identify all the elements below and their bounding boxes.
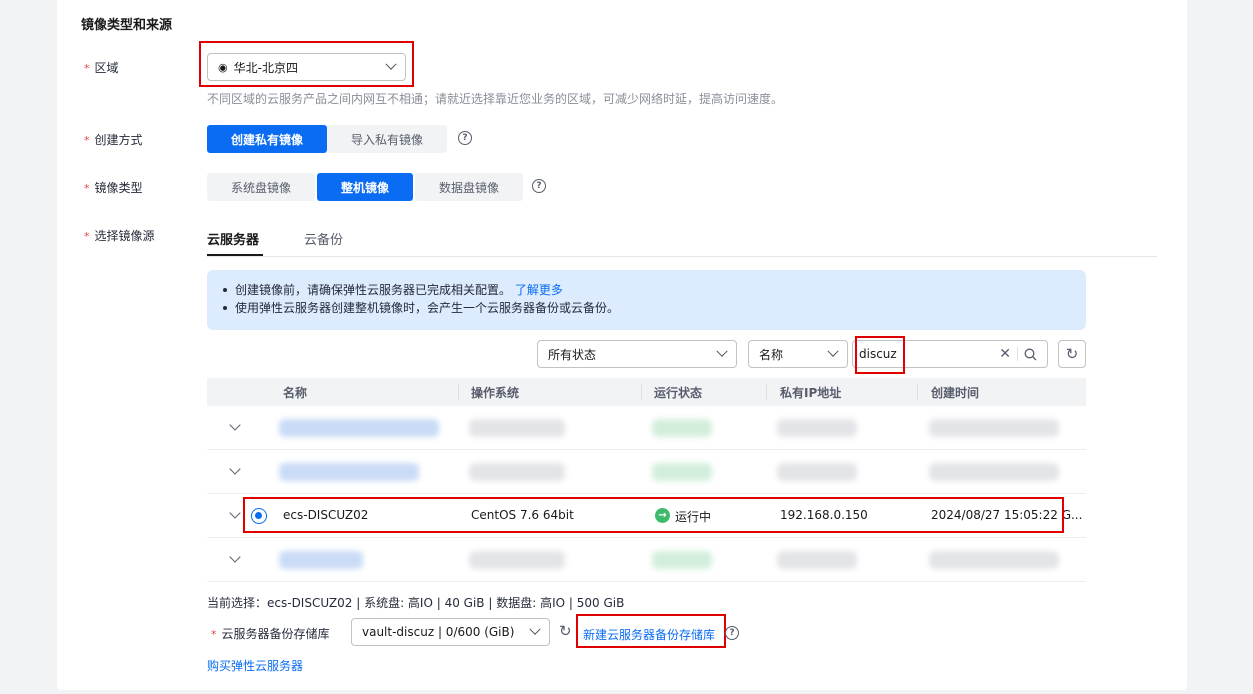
full-machine-image-button[interactable]: 整机镜像 (317, 173, 414, 201)
create-method-group: 创建私有镜像 导入私有镜像 (207, 125, 448, 153)
chevron-down-icon (529, 623, 541, 635)
required-mark: * (84, 62, 90, 75)
info-box: 创建镜像前，请确保弹性云服务器已完成相关配置。 了解更多 使用弹性云服务器创建整… (207, 270, 1086, 330)
image-type-label: * 镜像类型 (84, 181, 143, 195)
table-row[interactable] (207, 450, 1086, 494)
system-disk-image-button[interactable]: 系统盘镜像 (207, 173, 316, 201)
col-os: 操作系统 (471, 386, 520, 400)
import-private-image-button[interactable]: 导入私有镜像 (327, 125, 448, 153)
search-field-select[interactable]: 名称 (748, 340, 848, 368)
tab-cloud-server[interactable]: 云服务器 (207, 229, 259, 248)
expand-icon[interactable] (229, 507, 241, 519)
tab-cloud-backup[interactable]: 云备份 (304, 229, 343, 248)
table-row[interactable] (207, 538, 1086, 582)
region-hint: 不同区域的云服务产品之间内网互不相通；请就近选择靠近您业务的区域，可减少网络时延… (207, 92, 784, 106)
vault-select[interactable]: vault-discuz | 0/600 (GiB) (351, 618, 550, 646)
help-icon[interactable]: ? (532, 179, 546, 193)
expand-icon[interactable] (229, 419, 241, 431)
highlight-create-vault (576, 614, 726, 648)
tab-divider (207, 256, 1157, 257)
refresh-icon[interactable]: ↻ (559, 622, 572, 640)
help-icon[interactable]: ? (458, 131, 472, 145)
chevron-down-icon (827, 345, 839, 357)
expand-icon[interactable] (229, 463, 241, 475)
create-method-label: * 创建方式 (84, 133, 143, 147)
table-header: 名称 操作系统 运行状态 私有IP地址 创建时间 (207, 378, 1086, 406)
highlight-region (199, 41, 414, 87)
image-type-group: 系统盘镜像 整机镜像 数据盘镜像 (207, 173, 524, 201)
refresh-icon: ↻ (1065, 345, 1079, 363)
col-status: 运行状态 (654, 386, 703, 400)
status-filter-select[interactable]: 所有状态 (537, 340, 737, 368)
region-label: * 区域 (84, 61, 119, 75)
help-icon[interactable]: ? (725, 626, 739, 640)
clear-icon[interactable]: ✕ (999, 346, 1011, 362)
col-name: 名称 (283, 386, 308, 400)
info-line: 使用弹性云服务器创建整机镜像时，会产生一个云服务器备份或云备份。 (223, 299, 1086, 317)
expand-icon[interactable] (229, 551, 241, 563)
highlight-selected-row (243, 497, 1064, 533)
create-private-image-button[interactable]: 创建私有镜像 (207, 125, 328, 153)
chevron-down-icon (716, 345, 728, 357)
data-disk-image-button[interactable]: 数据盘镜像 (415, 173, 524, 201)
current-selection: 当前选择：ecs-DISCUZ02 | 系统盘: 高IO | 40 GiB | … (207, 596, 625, 610)
table-row[interactable] (207, 406, 1086, 450)
search-icon[interactable] (1024, 348, 1037, 361)
section-title: 镜像类型和来源 (81, 18, 173, 33)
col-created: 创建时间 (931, 386, 980, 400)
highlight-search (855, 336, 905, 374)
image-source-label: * 选择镜像源 (84, 229, 155, 243)
info-line: 创建镜像前，请确保弹性云服务器已完成相关配置。 了解更多 (223, 281, 1086, 299)
buy-ecs-link[interactable]: 购买弹性云服务器 (207, 657, 303, 674)
vault-label: * 云服务器备份存储库 (211, 627, 330, 641)
learn-more-link[interactable]: 了解更多 (515, 283, 563, 297)
col-ip: 私有IP地址 (780, 386, 842, 400)
refresh-button[interactable]: ↻ (1058, 340, 1086, 368)
